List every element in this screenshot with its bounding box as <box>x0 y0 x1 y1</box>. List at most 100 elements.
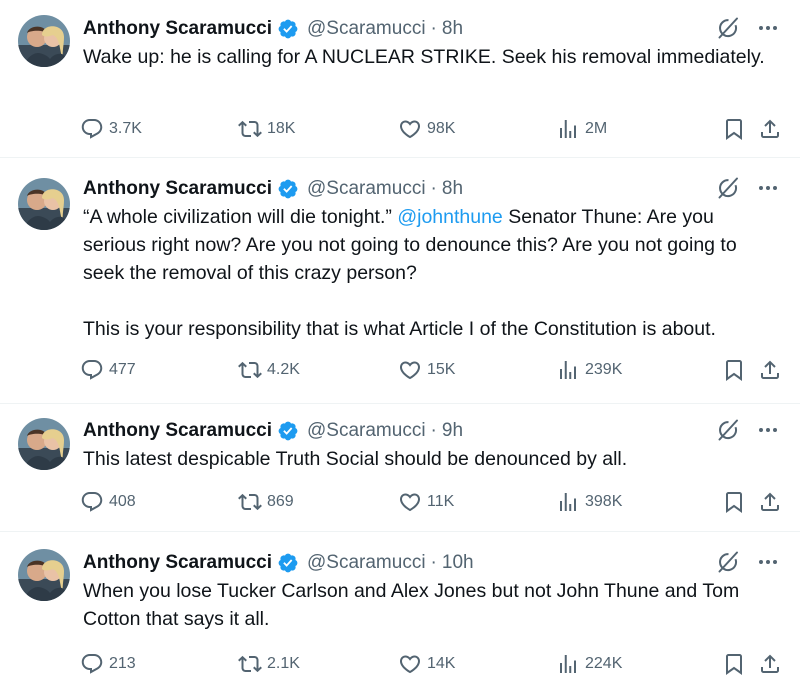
like-count: 11K <box>427 493 455 510</box>
separator-dot: · <box>430 18 437 39</box>
verified-badge-icon <box>277 420 299 442</box>
author-handle[interactable]: @Scaramucci <box>307 552 426 574</box>
reply-button[interactable]: 408 <box>80 488 136 516</box>
tweet-text: When you lose Tucker Carlson and Alex Jo… <box>83 580 740 630</box>
share-button[interactable] <box>758 356 782 384</box>
like-button[interactable]: 11K <box>398 488 454 516</box>
reply-icon <box>80 117 104 141</box>
tweet-header: Anthony Scaramucci @Scaramucci · 9h <box>83 418 780 444</box>
retweet-button[interactable]: 869 <box>238 488 294 516</box>
more-icon[interactable] <box>756 16 780 40</box>
tweet-text-part: “A whole civilization will die tonight.” <box>83 206 398 228</box>
view-count: 224K <box>585 655 623 672</box>
share-icon <box>758 490 782 514</box>
like-button[interactable]: 98K <box>398 115 455 143</box>
heart-icon <box>398 490 422 514</box>
author-handle[interactable]: @Scaramucci <box>307 18 426 40</box>
verified-badge-icon <box>277 552 299 574</box>
reply-count: 408 <box>109 493 136 510</box>
reply-button[interactable]: 3.7K <box>80 115 142 143</box>
heart-icon <box>398 358 422 382</box>
retweet-icon <box>238 358 262 382</box>
bookmark-icon <box>722 117 746 141</box>
share-button[interactable] <box>758 115 782 143</box>
reply-icon <box>80 490 104 514</box>
view-count: 398K <box>585 493 623 510</box>
bookmark-icon <box>722 652 746 676</box>
verified-badge-icon <box>277 178 299 200</box>
bookmark-icon <box>722 358 746 382</box>
grok-icon[interactable] <box>716 16 740 40</box>
bookmark-button[interactable] <box>722 650 746 678</box>
avatar[interactable] <box>18 15 70 67</box>
avatar[interactable] <box>18 549 70 601</box>
views-button[interactable]: 224K <box>556 650 622 678</box>
grok-icon[interactable] <box>716 550 740 574</box>
view-count: 239K <box>585 361 623 378</box>
tweet[interactable]: Anthony Scaramucci @Scaramucci · 8h “A w… <box>0 158 800 404</box>
tweet-text: Wake up: he is calling for A NUCLEAR STR… <box>83 46 765 68</box>
tweet-header: Anthony Scaramucci @Scaramucci · 8h <box>83 16 780 42</box>
reply-icon <box>80 358 104 382</box>
author-handle[interactable]: @Scaramucci <box>307 420 426 442</box>
reply-icon <box>80 652 104 676</box>
tweet-timestamp[interactable]: 9h <box>442 420 463 442</box>
more-icon[interactable] <box>756 176 780 200</box>
bookmark-icon <box>722 490 746 514</box>
tweet[interactable]: Anthony Scaramucci @Scaramucci · 8h Wake… <box>0 0 800 158</box>
tweet-timestamp[interactable]: 8h <box>442 178 463 200</box>
share-icon <box>758 358 782 382</box>
avatar[interactable] <box>18 418 70 470</box>
bookmark-button[interactable] <box>722 356 746 384</box>
tweet-timestamp[interactable]: 8h <box>442 18 463 40</box>
reply-button[interactable]: 477 <box>80 356 136 384</box>
retweet-count: 2.1K <box>267 655 300 672</box>
retweet-icon <box>238 490 262 514</box>
bookmark-button[interactable] <box>722 488 746 516</box>
separator-dot: · <box>430 178 437 199</box>
tweet-text: This latest despicable Truth Social shou… <box>83 448 628 470</box>
heart-icon <box>398 652 422 676</box>
views-icon <box>556 490 580 514</box>
grok-icon[interactable] <box>716 418 740 442</box>
grok-icon[interactable] <box>716 176 740 200</box>
retweet-button[interactable]: 18K <box>238 115 295 143</box>
like-count: 98K <box>427 120 456 137</box>
avatar[interactable] <box>18 178 70 230</box>
views-icon <box>556 358 580 382</box>
views-button[interactable]: 239K <box>556 356 622 384</box>
share-button[interactable] <box>758 488 782 516</box>
tweet[interactable]: Anthony Scaramucci @Scaramucci · 10h Whe… <box>0 532 800 688</box>
author-handle[interactable]: @Scaramucci <box>307 178 426 200</box>
tweet-actions: 213 2.1K 14K 224K <box>80 650 782 678</box>
author-name[interactable]: Anthony Scaramucci <box>83 420 272 442</box>
reply-count: 3.7K <box>109 120 142 137</box>
separator-dot: · <box>430 420 437 441</box>
bookmark-button[interactable] <box>722 115 746 143</box>
retweet-count: 18K <box>267 120 296 137</box>
share-icon <box>758 117 782 141</box>
retweet-button[interactable]: 2.1K <box>238 650 300 678</box>
author-name[interactable]: Anthony Scaramucci <box>83 18 272 40</box>
more-icon[interactable] <box>756 418 780 442</box>
like-button[interactable]: 14K <box>398 650 455 678</box>
verified-badge-icon <box>277 18 299 40</box>
share-icon <box>758 652 782 676</box>
reply-button[interactable]: 213 <box>80 650 136 678</box>
tweet[interactable]: Anthony Scaramucci @Scaramucci · 9h This… <box>0 404 800 532</box>
tweet-timestamp[interactable]: 10h <box>442 552 474 574</box>
tweet-text: “A whole civilization will die tonight.”… <box>83 203 780 343</box>
author-name[interactable]: Anthony Scaramucci <box>83 178 272 200</box>
like-count: 14K <box>427 655 456 672</box>
views-button[interactable]: 398K <box>556 488 622 516</box>
views-button[interactable]: 2M <box>556 115 607 143</box>
author-name[interactable]: Anthony Scaramucci <box>83 552 272 574</box>
retweet-button[interactable]: 4.2K <box>238 356 300 384</box>
like-button[interactable]: 15K <box>398 356 455 384</box>
more-icon[interactable] <box>756 550 780 574</box>
share-button[interactable] <box>758 650 782 678</box>
tweet-actions: 408 869 11K 398K <box>80 488 782 516</box>
tweet-header: Anthony Scaramucci @Scaramucci · 8h <box>83 176 780 202</box>
mention-link[interactable]: @johnthune <box>397 206 502 228</box>
tweet-actions: 3.7K 18K 98K 2M <box>80 115 782 143</box>
